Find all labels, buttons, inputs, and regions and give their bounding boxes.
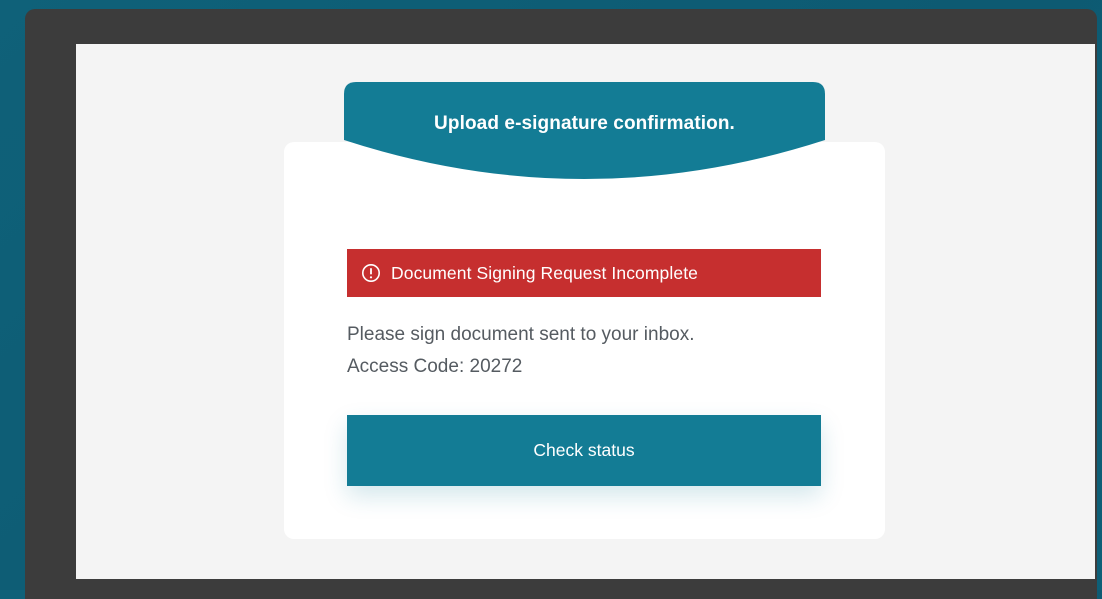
alert-circle-icon	[361, 263, 381, 283]
banner-shape	[344, 82, 825, 179]
instruction-message: Please sign document sent to your inbox.…	[347, 319, 694, 383]
error-alert: Document Signing Request Incomplete	[347, 249, 821, 297]
banner-title: Upload e-signature confirmation.	[434, 113, 735, 134]
instruction-text: Please sign document sent to your inbox.	[347, 324, 695, 345]
alert-message: Document Signing Request Incomplete	[391, 262, 699, 283]
check-status-button[interactable]: Check status	[347, 415, 821, 486]
header-banner: Upload e-signature confirmation.	[344, 82, 825, 188]
window-frame: Upload e-signature confirmation. Documen…	[25, 9, 1097, 599]
page-viewport: Upload e-signature confirmation. Documen…	[76, 44, 1095, 579]
access-code-text: Access Code: 20272	[347, 356, 523, 377]
